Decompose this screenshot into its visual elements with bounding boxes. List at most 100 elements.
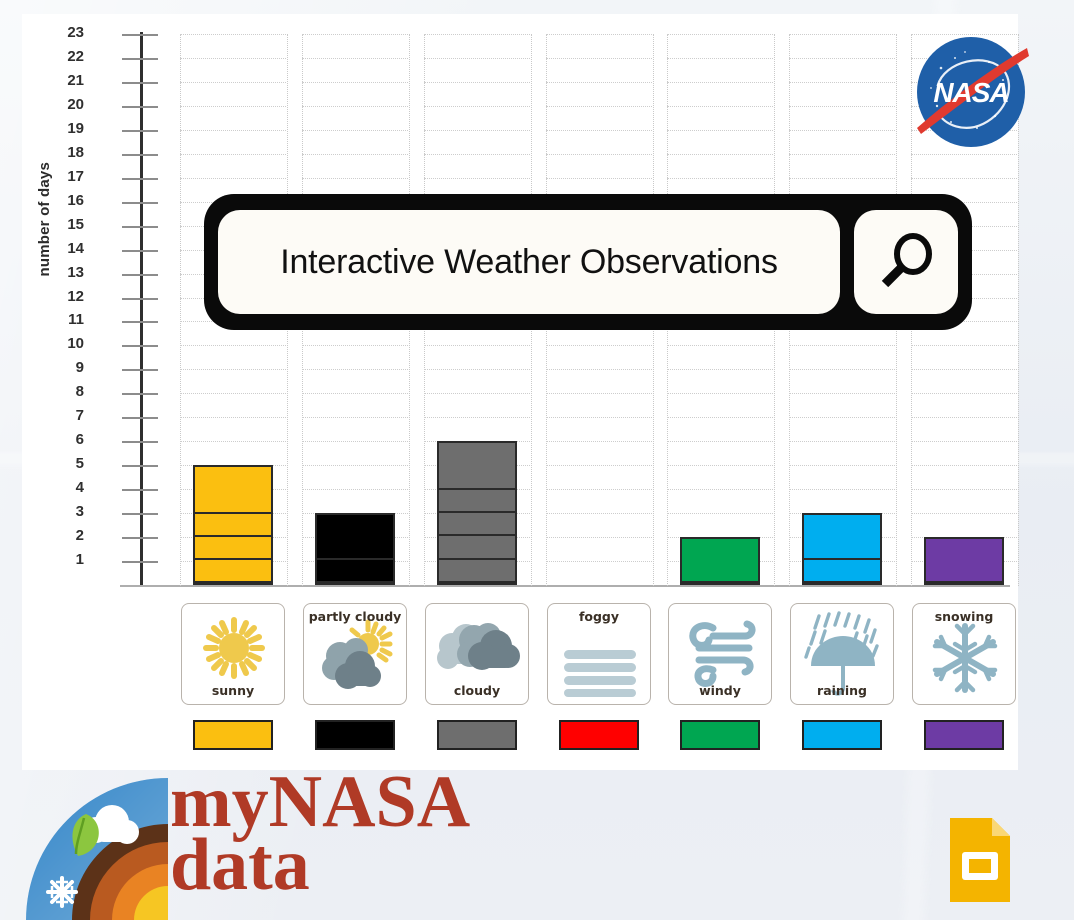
color-swatch-sunny[interactable] [193,720,273,750]
legend-card-label: sunny [211,683,255,698]
grid-line [180,129,286,131]
y-tick-label: 4 [75,479,84,497]
grid-line [667,417,773,419]
grid-line [546,177,652,179]
grid-line [180,417,286,419]
color-swatch-raining[interactable] [802,720,882,750]
bar-segment [926,561,1002,583]
magnifier-icon [881,233,932,288]
y-tick-mark [122,561,158,564]
grid-line [302,489,408,491]
y-tick-mark [122,297,158,300]
grid-line [180,105,286,107]
slide-canvas: number of days 23 22 21 20 19 18 17 16 15 14 13 12 1… [22,14,1029,770]
color-swatch-snowing[interactable] [924,720,1004,750]
bar-segment [317,538,393,561]
legend-card-cloudy[interactable]: cloudy [425,603,529,705]
grid-line [911,153,1017,155]
grid-line [180,153,286,155]
grid-line [302,345,408,347]
legend-card-windy[interactable]: windy [668,603,772,705]
y-tick-label: 14 [67,239,84,257]
bar-segment [804,515,880,538]
grid-line [302,105,408,107]
bar-snowing[interactable] [924,537,1004,585]
legend-card-sunny[interactable]: sunny [181,603,285,705]
bar-segment [682,561,758,583]
color-swatch-windy[interactable] [680,720,760,750]
grid-line [546,105,652,107]
legend-card-foggy[interactable]: foggy [547,603,651,705]
grid-line [424,105,530,107]
bar-segment [439,513,515,537]
weather-bar-chart: number of days 23 22 21 20 19 18 17 16 15 14 13 12 1… [22,14,1019,770]
legend-card-raining[interactable]: raining [790,603,894,705]
legend-card-label: cloudy [453,683,501,698]
search-bar[interactable]: Interactive Weather Observations [204,194,972,330]
grid-line [667,345,773,347]
grid-line [546,345,652,347]
bar-cloudy[interactable] [437,441,517,585]
grid-line [424,393,530,395]
grid-line [911,417,1017,419]
search-input[interactable]: Interactive Weather Observations [218,210,840,314]
grid-line [546,81,652,83]
y-tick-mark [122,129,158,132]
y-tick-label: 9 [75,359,84,377]
grid-line [789,153,895,155]
y-tick-label: 16 [67,191,84,209]
y-tick-mark [122,417,158,420]
y-tick-mark [122,441,158,444]
bar-windy[interactable] [680,537,760,585]
y-tick-mark [122,489,158,492]
grid-line [789,441,895,443]
grid-line [667,513,773,515]
y-tick-label: 19 [67,119,84,137]
grid-line [180,369,286,371]
bar-sunny[interactable] [193,465,273,585]
color-swatch-foggy[interactable] [559,720,639,750]
brand-data: data [170,823,310,906]
grid-line [789,57,895,59]
y-tick-mark [122,465,158,468]
grid-line [546,153,652,155]
y-tick-label: 6 [75,431,84,449]
svg-text:NASA: NASA [933,77,1008,108]
bar-raining[interactable] [802,513,882,585]
y-tick-mark [122,393,158,396]
grid-line [667,81,773,83]
bar-segment [195,514,271,537]
grid-line [302,34,408,35]
legend-card-label: partly cloudy [308,609,402,624]
y-tick-mark [122,34,158,36]
grid-line [911,345,1017,347]
grid-line [424,34,530,35]
search-button[interactable] [854,210,958,314]
google-slides-icon[interactable] [944,814,1016,906]
nasa-logo: NASA [917,37,1029,147]
grid-line [911,465,1017,467]
grid-line [911,393,1017,395]
bar-segment [682,539,758,561]
color-swatch-partly-cloudy[interactable] [315,720,395,750]
legend-card-label: foggy [578,609,620,624]
bar-segment [439,536,515,560]
legend-card-label: raining [817,683,867,698]
y-tick-mark [122,513,158,516]
y-tick-mark [122,273,158,276]
grid-line [546,417,652,419]
search-input-value: Interactive Weather Observations [280,242,778,281]
grid-line [424,177,530,179]
grid-line [424,129,530,131]
y-tick-label: 12 [67,287,84,305]
grid-line [180,57,286,59]
color-swatch-cloudy[interactable] [437,720,517,750]
y-tick-label: 1 [75,551,84,569]
grid-line [911,369,1017,371]
grid-line [302,57,408,59]
grid-line [546,465,652,467]
grid-line [302,129,408,131]
legend-card-snowing[interactable]: snowing [912,603,1016,705]
bar-partly-cloudy[interactable] [315,513,395,585]
legend-card-partly-cloudy[interactable]: partly cloudy [303,603,407,705]
